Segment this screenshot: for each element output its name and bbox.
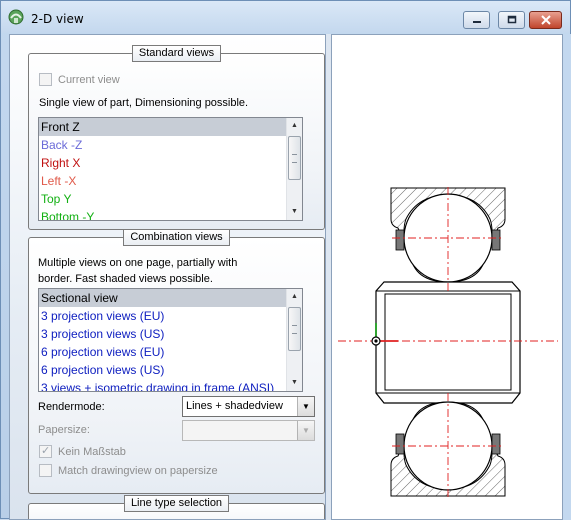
list-item[interactable]: Left -X — [39, 172, 302, 190]
list-item[interactable]: Back -Z — [39, 136, 302, 154]
list-item[interactable]: 3 projection views (EU) — [39, 307, 302, 325]
inner-bore — [384, 293, 512, 391]
list-item[interactable]: Front Z — [39, 118, 302, 136]
bearing-drawing — [338, 187, 558, 497]
line-type-selection-group: Line type selection — [28, 495, 325, 519]
kein-massstab-checkbox[interactable] — [39, 444, 52, 458]
list-item[interactable]: 6 projection views (EU) — [39, 343, 302, 361]
rendermode-value: Lines + shadedview — [186, 400, 283, 412]
list-item[interactable]: Top Y — [39, 190, 302, 208]
drawing-preview — [331, 34, 563, 520]
combination-views-group: Combination views Multiple views on one … — [28, 229, 325, 494]
scroll-up-icon[interactable]: ▲ — [287, 289, 302, 305]
standard-views-scrollbar[interactable]: ▲ ▼ — [286, 118, 302, 220]
window-title: 2-D view — [31, 12, 84, 26]
list-item[interactable]: Bottom -Y — [39, 208, 302, 220]
standard-views-group: Standard views Current view Single view … — [28, 45, 325, 230]
papersize-select[interactable]: ▼ — [182, 420, 315, 441]
combination-views-description: Multiple views on one page, partially wi… — [38, 255, 237, 287]
chevron-down-icon[interactable]: ▼ — [297, 397, 314, 416]
match-drawingview-checkbox[interactable] — [39, 464, 52, 477]
minimize-button[interactable] — [463, 11, 490, 29]
options-panel: Standard views Current view Single view … — [9, 34, 326, 520]
chevron-down-icon[interactable]: ▼ — [297, 421, 314, 440]
maximize-button[interactable] — [498, 11, 525, 29]
list-item[interactable]: 3 views + isometric drawing in frame (AN… — [39, 379, 302, 391]
scroll-up-icon[interactable]: ▲ — [287, 118, 302, 134]
rendermode-label: Rendermode: — [38, 401, 105, 413]
kein-massstab-row[interactable]: Kein Maßstab — [39, 444, 126, 458]
match-drawingview-row[interactable]: Match drawingview on papersize — [39, 464, 218, 477]
standard-views-list[interactable]: Front Z Back -Z Right X Left -X Top Y Bottom … — [38, 117, 303, 221]
standard-views-description: Single view of part, Dimensioning possib… — [39, 97, 249, 109]
seal-top-left — [395, 229, 405, 251]
standard-views-title: Standard views — [131, 45, 222, 62]
scroll-thumb[interactable] — [288, 136, 301, 180]
combination-description-line2: border. Fast shaded views possible. — [38, 273, 213, 285]
current-view-checkbox[interactable] — [39, 73, 52, 86]
combination-views-scrollbar[interactable]: ▲ ▼ — [286, 289, 302, 391]
close-icon — [530, 12, 561, 28]
papersize-label: Papersize: — [38, 424, 90, 436]
minimize-icon — [464, 12, 489, 28]
seal-top-right — [491, 229, 501, 251]
combination-views-list[interactable]: Sectional view 3 projection views (EU) 3 p… — [38, 288, 303, 392]
scroll-down-icon[interactable]: ▼ — [287, 204, 302, 220]
line-type-selection-title: Line type selection — [123, 495, 230, 512]
seal-bottom-right — [491, 433, 501, 455]
combination-description-line1: Multiple views on one page, partially wi… — [38, 257, 238, 269]
kein-massstab-label: Kein Maßstab — [58, 445, 126, 458]
close-button[interactable] — [529, 11, 562, 29]
titlebar[interactable]: 2-D view — [1, 1, 570, 33]
scroll-thumb[interactable] — [288, 307, 301, 351]
current-view-row[interactable]: Current view — [39, 73, 120, 86]
list-item[interactable]: Right X — [39, 154, 302, 172]
maximize-icon — [499, 12, 524, 28]
combination-views-title: Combination views — [123, 229, 230, 246]
list-item[interactable]: 3 projection views (US) — [39, 325, 302, 343]
window: 2-D view Standard views Current view Sin… — [0, 0, 571, 520]
match-drawingview-label: Match drawingview on papersize — [58, 464, 218, 477]
list-item[interactable]: 6 projection views (US) — [39, 361, 302, 379]
scroll-down-icon[interactable]: ▼ — [287, 375, 302, 391]
list-item[interactable]: Sectional view — [39, 289, 302, 307]
rendermode-select[interactable]: Lines + shadedview ▼ — [182, 396, 315, 417]
app-icon — [8, 9, 24, 25]
seal-bottom-left — [395, 433, 405, 455]
current-view-label: Current view — [58, 73, 120, 86]
